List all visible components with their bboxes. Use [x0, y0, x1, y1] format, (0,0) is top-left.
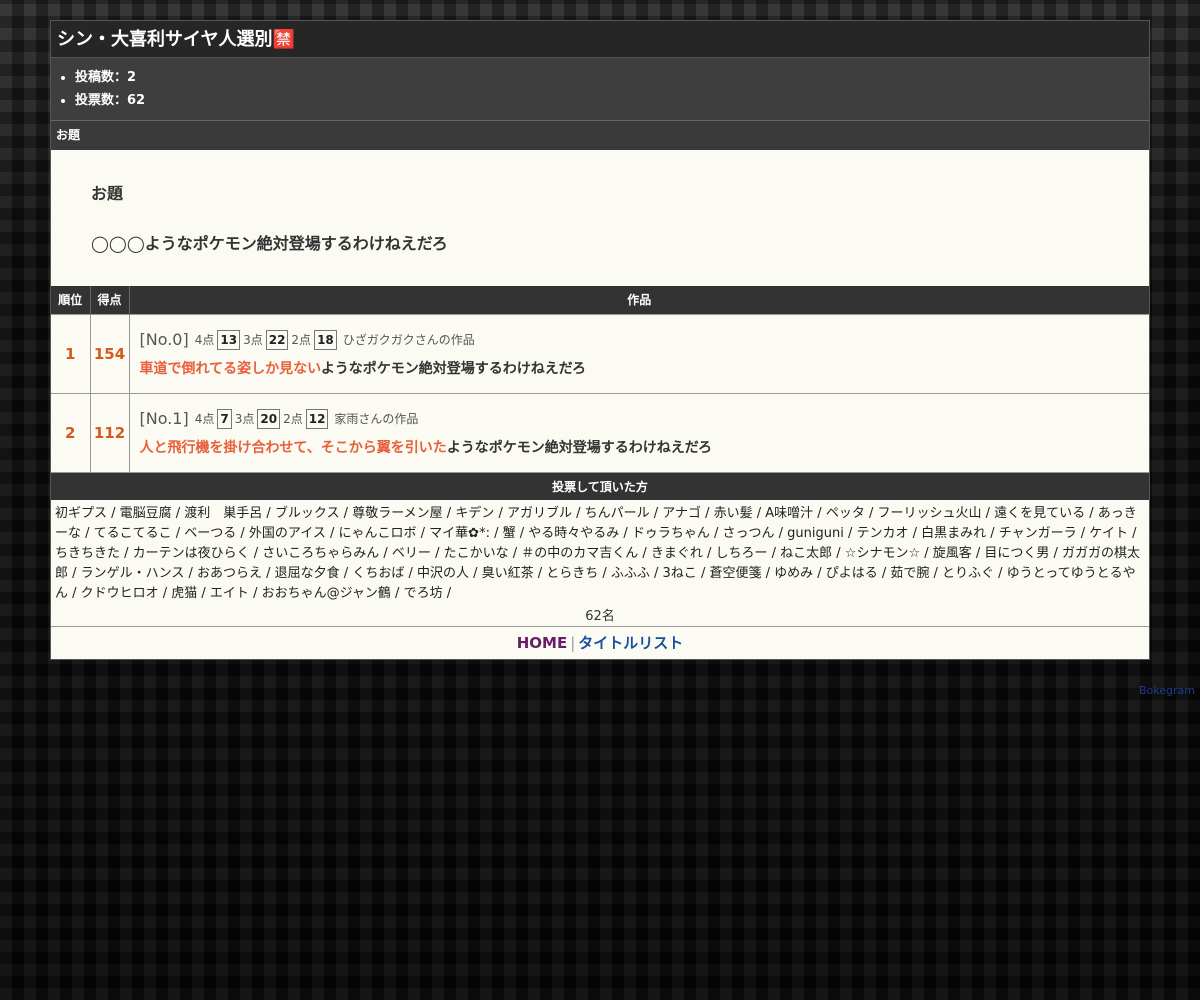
- voters-header: 投票して頂いた方: [51, 472, 1149, 500]
- post-count: 投稿数：2: [75, 66, 1149, 89]
- table-row: 2 112 [No.1] 4点 7 3点 20 2点 12 家雨さんの作品 人と…: [51, 392, 1149, 472]
- footer-separator: |: [570, 634, 576, 652]
- points-2-count: 12: [305, 408, 329, 429]
- entry-answer: 人と飛行機を掛け合わせて、そこから翼を引いたようなポケモン絶対登場するわけねえだ…: [140, 437, 1140, 457]
- answer-rest: ようなポケモン絶対登場するわけねえだろ: [446, 439, 712, 456]
- work-cell: [No.0] 4点 13 3点 22 2点 18 ひざガクガクさんの作品 車道で…: [129, 313, 1149, 393]
- footer-nav: HOME | タイトルリスト: [51, 626, 1149, 659]
- rank-header: 順位: [51, 286, 91, 314]
- home-link[interactable]: HOME: [517, 634, 567, 652]
- score-header: 得点: [90, 286, 130, 314]
- title-list-link[interactable]: タイトルリスト: [578, 634, 683, 652]
- score-cell: 154: [90, 313, 130, 393]
- answer-highlight: 人と飛行機を掛け合わせて、そこから翼を引いた: [139, 439, 447, 456]
- entry-author: ひざガクガクさんの作品: [342, 333, 475, 347]
- rank-cell: 2: [51, 392, 91, 472]
- answer-rest: ようなポケモン絶対登場するわけねえだろ: [320, 360, 586, 377]
- stats-panel: 投稿数：2 投票数：62: [51, 58, 1149, 121]
- topic-section-header: お題: [51, 121, 1149, 150]
- points-4-count: 13: [217, 329, 241, 350]
- points-4-count: 7: [217, 408, 232, 429]
- points-4-label: 4点: [194, 333, 215, 347]
- points-3-label: 3点: [243, 333, 263, 347]
- entry-answer: 車道で倒れてる姿しか見ないようなポケモン絶対登場するわけねえだろ: [140, 358, 1140, 378]
- topic-text: ◯◯◯ようなポケモン絶対登場するわけねえだろ: [91, 234, 448, 253]
- points-2-label: 2点: [291, 333, 312, 347]
- main-panel: シン・大喜利サイヤ人選別🈲 投稿数：2 投票数：62 お題 お題 ◯◯◯ようなポ…: [50, 20, 1150, 660]
- voters-list: 初ギプス / 電脳豆腐 / 渡利 巣手呂 / ブルックス / 尊敬ラーメン屋 /…: [55, 506, 1141, 601]
- topic-box: お題 ◯◯◯ようなポケモン絶対登場するわけねえだろ: [51, 150, 1149, 286]
- credit-link[interactable]: Bokegram: [1139, 684, 1195, 697]
- points-2-count: 18: [314, 329, 337, 350]
- topic-label: お題: [91, 184, 124, 203]
- entry-meta: [No.1] 4点 7 3点 20 2点 12 家雨さんの作品: [139, 408, 1140, 429]
- points-4-label: 4点: [194, 412, 215, 427]
- entry-author: 家雨さんの作品: [334, 412, 419, 427]
- vote-count: 投票数：62: [75, 89, 1149, 112]
- voters-count: 62名: [585, 609, 615, 624]
- work-cell: [No.1] 4点 7 3点 20 2点 12 家雨さんの作品 人と飛行機を掛け…: [129, 392, 1149, 472]
- points-2-label: 2点: [283, 412, 303, 427]
- answer-highlight: 車道で倒れてる姿しか見ない: [139, 360, 321, 377]
- rank-cell: 1: [51, 313, 91, 393]
- entry-number: [No.1]: [139, 409, 189, 429]
- score-cell: 112: [90, 392, 130, 472]
- entry-meta: [No.0] 4点 13 3点 22 2点 18 ひざガクガクさんの作品: [139, 329, 1140, 350]
- page-title: シン・大喜利サイヤ人選別🈲: [51, 21, 1149, 58]
- points-3-label: 3点: [234, 412, 255, 427]
- points-3-count: 22: [265, 329, 289, 350]
- ranking-header-row: 順位 得点 作品: [51, 286, 1149, 314]
- table-row: 1 154 [No.0] 4点 13 3点 22 2点 18 ひざガクガクさんの…: [51, 313, 1149, 393]
- entry-number: [No.0]: [139, 330, 189, 349]
- work-header: 作品: [129, 286, 1149, 314]
- points-3-count: 20: [257, 408, 281, 429]
- ranking-table: 順位 得点 作品 1 154 [No.0] 4点 13 3点 22 2点 18 …: [51, 286, 1149, 472]
